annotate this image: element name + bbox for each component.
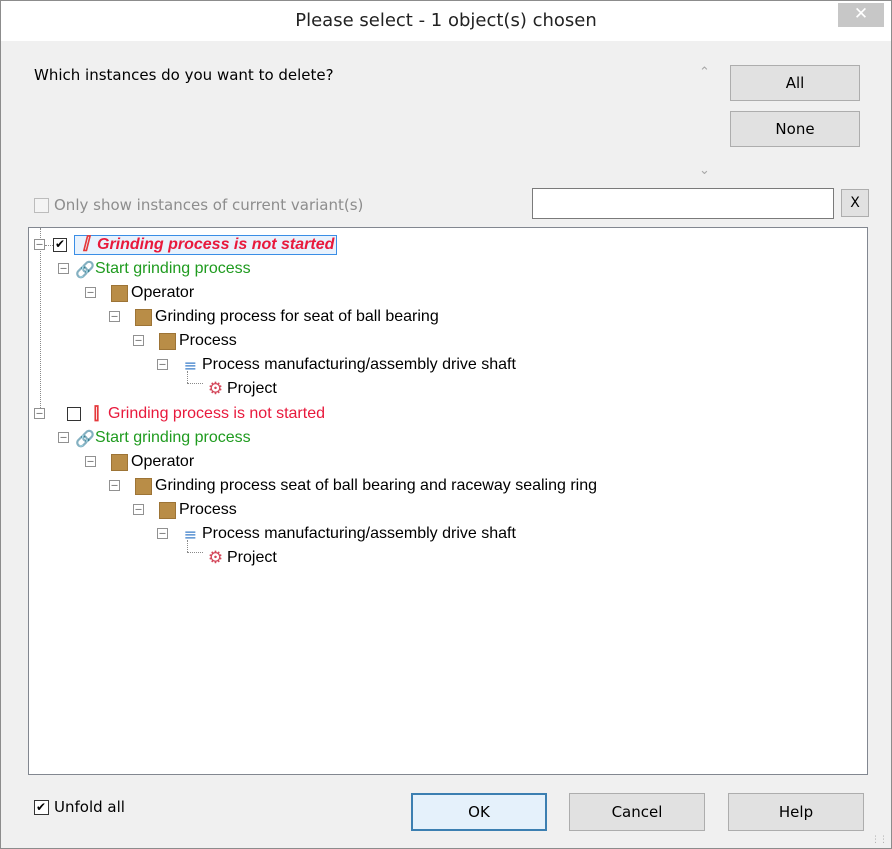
filter-input[interactable] [532,188,834,219]
scroll-down-icon[interactable]: ⌄ [699,163,710,178]
tree-node-role[interactable]: Operator [111,451,194,473]
instance-checkbox[interactable] [53,237,67,252]
variant-filter-checkbox[interactable]: Only show instances of current variant(s… [34,196,363,214]
question-label: Which instances do you want to delete? [34,66,334,84]
lightning-icon: ⫿ [93,403,100,424]
collapse-icon[interactable]: – [85,287,96,298]
collapse-icon[interactable]: – [157,528,168,539]
resize-grip-icon[interactable]: ⋮⋮ [871,834,888,845]
variant-checkbox-box[interactable] [34,197,49,213]
gear-icon: ⚙ [207,378,224,399]
all-button[interactable]: All [730,65,860,101]
title-bar: Please select - 1 object(s) chosen ✕ [1,1,891,41]
role-square-icon [159,332,176,350]
role-square-icon [159,501,176,519]
question-scrollbar[interactable]: ⌃ ⌄ [695,63,717,185]
collapse-icon[interactable]: – [133,504,144,515]
collapse-icon[interactable]: – [85,456,96,467]
collapse-icon[interactable]: – [109,480,120,491]
help-button[interactable]: Help [728,793,864,831]
unfold-checkbox-label: Unfold all [54,798,125,816]
gear-icon: ⚙ [207,547,224,568]
role-square-icon [135,308,152,326]
lightning-icon: ⫿ [82,234,89,254]
tree-node-step[interactable]: 🔗 Start grinding process [75,427,251,449]
tree-node-process[interactable]: Process [159,499,237,521]
tree-structure-icon: ≡ [183,524,198,544]
close-button[interactable]: ✕ [838,3,884,27]
dialog-title: Please select - 1 object(s) chosen [295,10,597,31]
tree-node-event[interactable]: ⫿ Grinding process is not started [67,403,325,425]
collapse-icon[interactable]: – [133,335,144,346]
collapse-icon[interactable]: – [34,408,45,419]
tree-guide-line [40,228,41,414]
instance-checkbox[interactable] [67,407,81,421]
tree-node-subprocess[interactable]: Grinding process for seat of ball bearin… [135,306,439,328]
tree-node-project[interactable]: ⚙ Project [207,378,277,400]
tree-structure-icon: ≡ [183,355,198,375]
collapse-icon[interactable]: – [109,311,120,322]
instance-tree[interactable]: – ⫿Grinding process is not started – 🔗 S… [28,227,868,775]
tree-node-structure[interactable]: ≡ Process manufacturing/assembly drive s… [182,523,516,545]
none-button[interactable]: None [730,111,860,147]
link-icon: 🔗 [75,428,95,448]
selected-event-label[interactable]: ⫿ Grinding process is not started [74,234,338,255]
link-icon: 🔗 [75,259,95,279]
cancel-button[interactable]: Cancel [569,793,705,831]
collapse-icon[interactable]: – [34,239,45,250]
role-square-icon [111,284,128,302]
unfold-all-checkbox[interactable]: Unfold all [34,798,125,816]
tree-node-event[interactable]: ⫿Grinding process is not started [45,234,338,256]
collapse-icon[interactable]: – [58,263,69,274]
ok-button[interactable]: OK [411,793,547,831]
collapse-icon[interactable]: – [58,432,69,443]
tree-node-project[interactable]: ⚙ Project [207,547,277,569]
role-square-icon [135,477,152,495]
tree-node-process[interactable]: Process [159,330,237,352]
tree-node-subprocess[interactable]: Grinding process seat of ball bearing an… [135,475,597,497]
dialog-window: Please select - 1 object(s) chosen ✕ Whi… [0,0,892,849]
clear-filter-button[interactable]: X [841,189,869,217]
tree-node-step[interactable]: 🔗 Start grinding process [75,258,251,280]
variant-checkbox-label: Only show instances of current variant(s… [54,196,364,214]
collapse-icon[interactable]: – [157,359,168,370]
role-square-icon [111,453,128,471]
unfold-checkbox-box[interactable] [34,799,49,815]
scroll-up-icon[interactable]: ⌃ [699,65,710,80]
tree-node-structure[interactable]: ≡ Process manufacturing/assembly drive s… [182,354,516,376]
tree-node-role[interactable]: Operator [111,282,194,304]
